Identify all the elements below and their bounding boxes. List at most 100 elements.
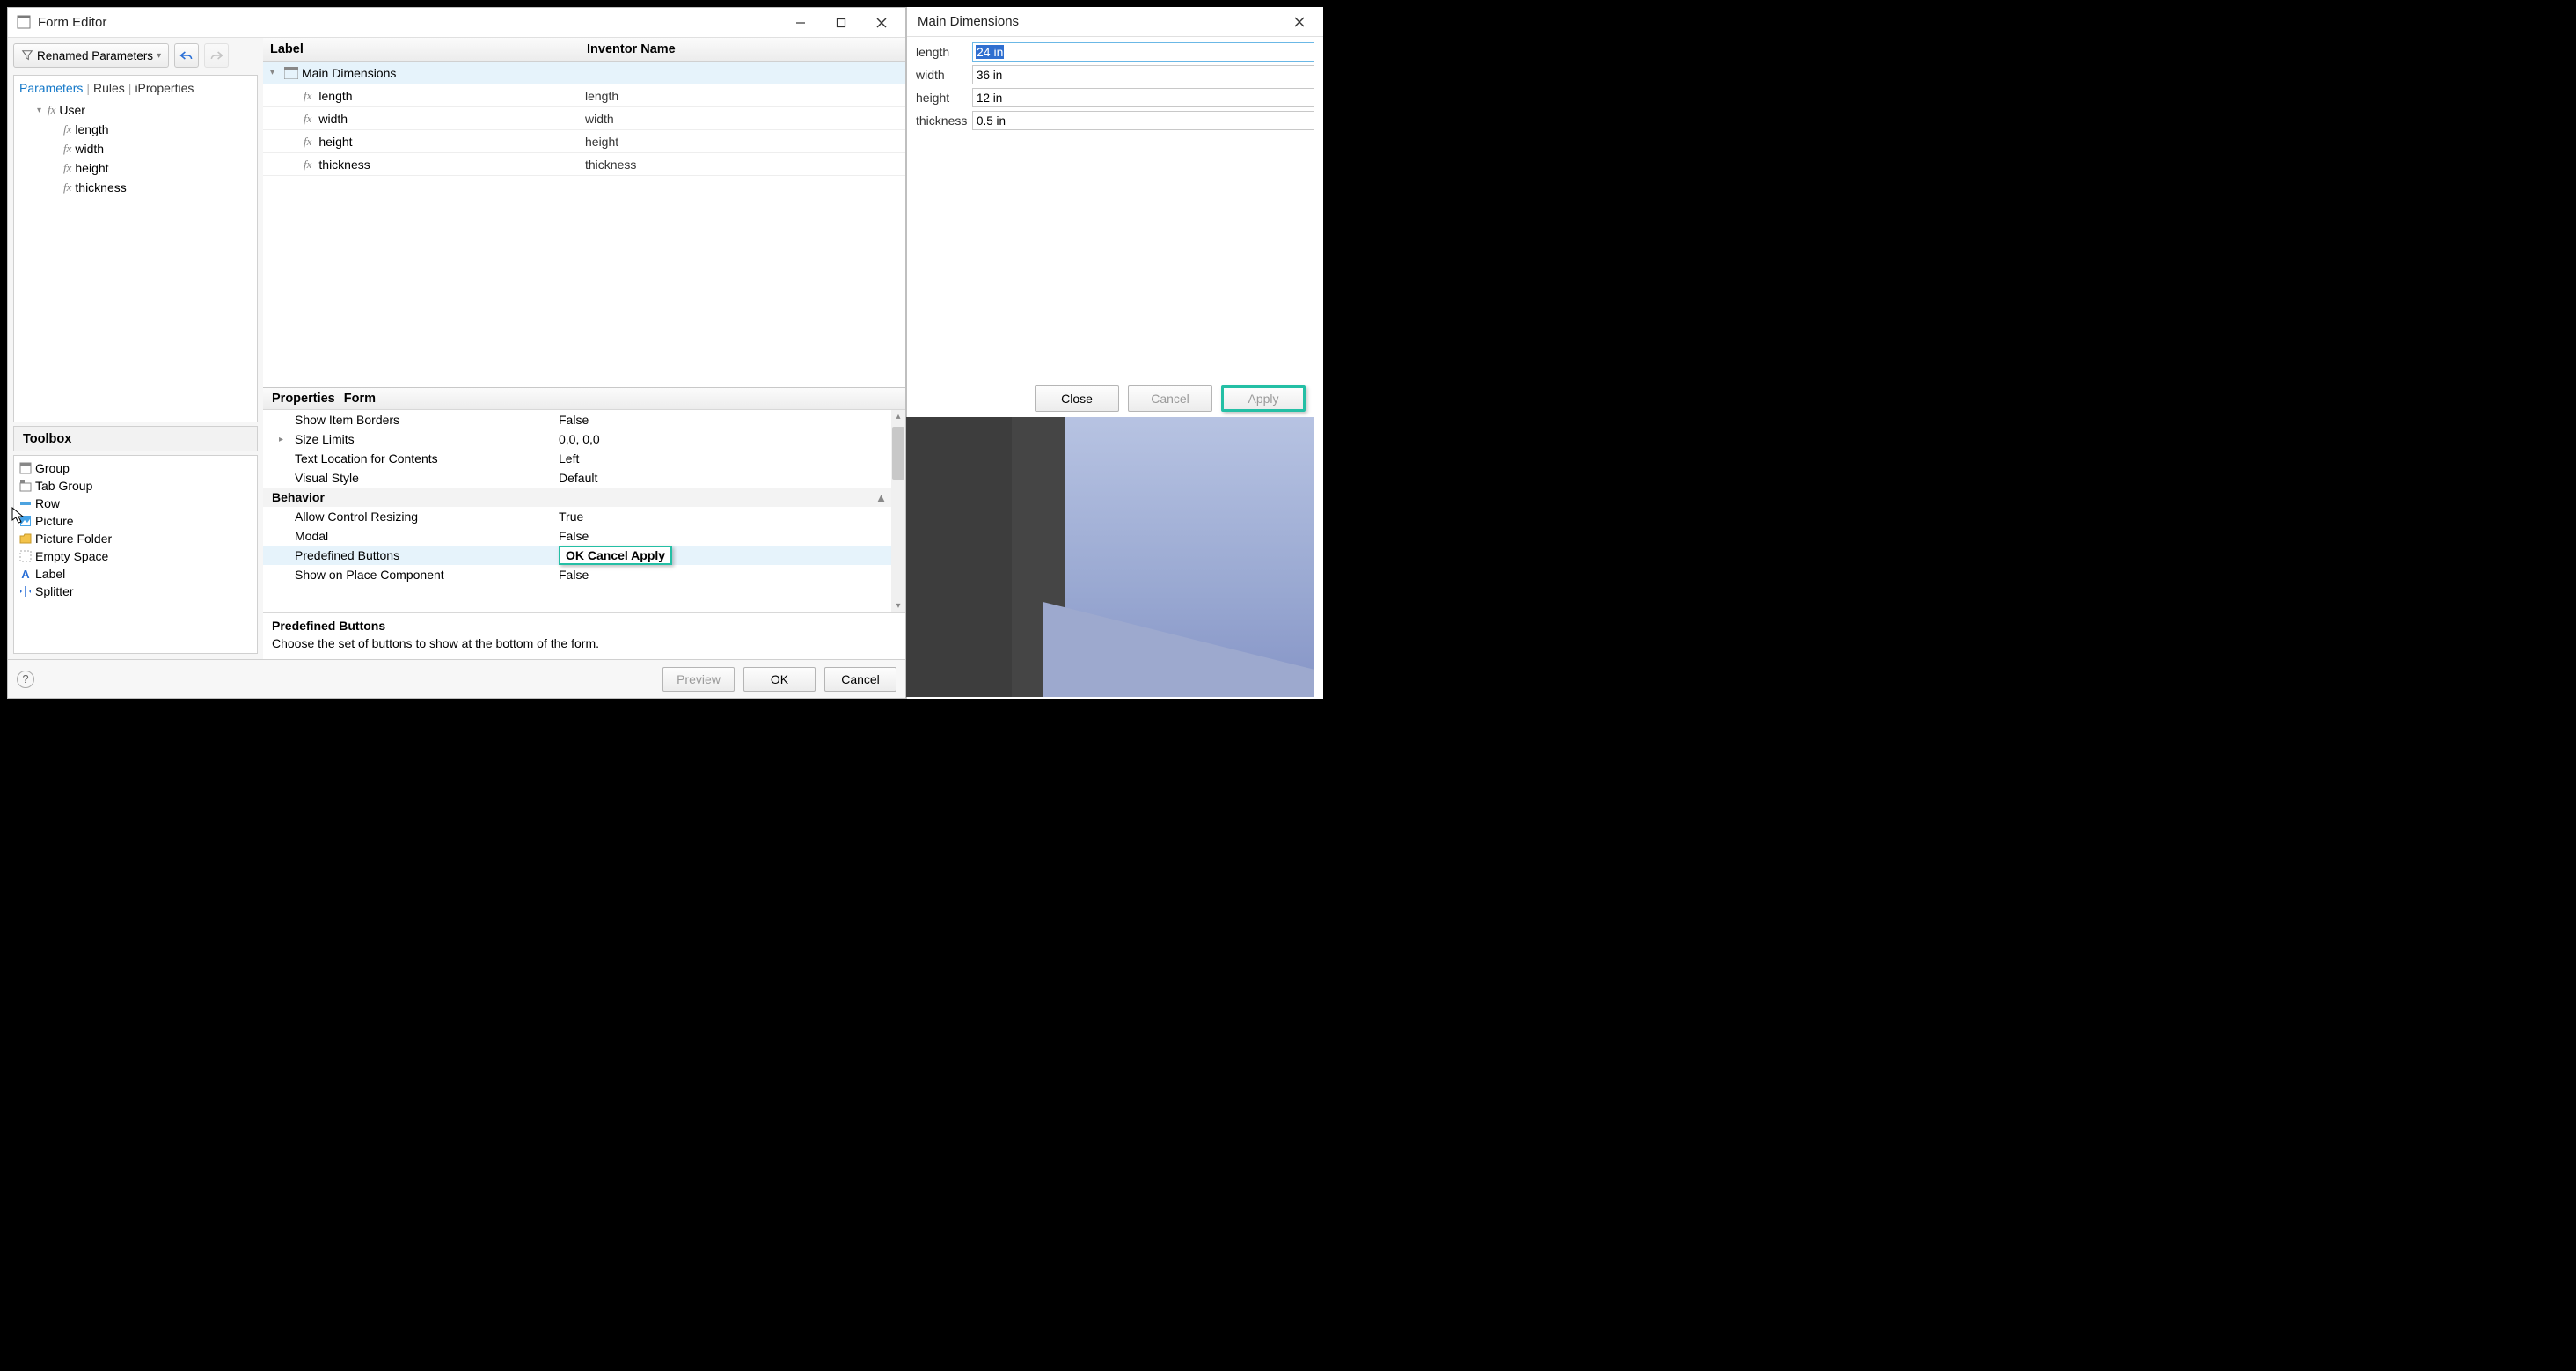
width-label: width	[916, 68, 965, 82]
fx-icon	[63, 122, 71, 136]
row-icon	[19, 497, 32, 510]
toolbox-empty-space[interactable]: Empty Space	[19, 547, 252, 565]
design-grid-header: Label Inventor Name	[263, 38, 905, 62]
parameters-tree[interactable]: ▾ User length width height thickness	[13, 97, 258, 422]
dialog-apply-btn[interactable]: Apply	[1221, 385, 1306, 412]
prop-category-behavior[interactable]: Behavior▴	[263, 488, 905, 507]
field-length: length 24 in	[916, 42, 1314, 62]
prop-size-limits[interactable]: Size Limits0,0, 0,0	[263, 429, 905, 449]
model-face-light	[1043, 602, 1314, 697]
dialog-cancel-btn[interactable]: Cancel	[1128, 385, 1212, 412]
close-button[interactable]	[861, 10, 902, 36]
fx-icon	[304, 135, 311, 149]
empty-space-icon	[19, 550, 32, 562]
dialog-close-btn[interactable]: Close	[1035, 385, 1119, 412]
ok-button[interactable]: OK	[743, 667, 816, 692]
preview-button[interactable]: Preview	[662, 667, 735, 692]
redo-button[interactable]	[204, 43, 229, 68]
design-row-length[interactable]: lengthlength	[263, 84, 905, 107]
height-label: height	[916, 91, 965, 105]
tree-label: User	[59, 103, 85, 117]
scroll-thumb[interactable]	[892, 427, 904, 480]
collapse-icon: ▾	[270, 68, 281, 77]
width-input[interactable]	[972, 65, 1314, 84]
prop-predefined-buttons[interactable]: Predefined ButtonsOK Cancel Apply	[263, 546, 905, 565]
help-button[interactable]: ?	[17, 671, 34, 688]
tree-node-user[interactable]: ▾ User	[16, 100, 255, 120]
dialog-close-button[interactable]	[1279, 9, 1320, 35]
prop-show-item-borders[interactable]: Show Item BordersFalse	[263, 410, 905, 429]
prop-show-on-place-component[interactable]: Show on Place ComponentFalse	[263, 565, 905, 584]
cancel-button[interactable]: Cancel	[824, 667, 896, 692]
fx-icon	[304, 158, 311, 172]
design-row-width[interactable]: widthwidth	[263, 107, 905, 130]
renamed-parameters-label: Renamed Parameters	[37, 49, 153, 62]
tab-parameters[interactable]: Parameters	[19, 81, 83, 95]
model-viewport[interactable]	[906, 417, 1314, 697]
field-height: height	[916, 88, 1314, 107]
editor-titlebar: Form Editor	[8, 8, 905, 38]
toolbox-label[interactable]: ALabel	[19, 565, 252, 583]
toolbox-tab-group[interactable]: Tab Group	[19, 477, 252, 495]
thickness-input[interactable]	[972, 111, 1314, 130]
dialog-button-row: Close Cancel Apply	[906, 377, 1314, 421]
predefined-buttons-value[interactable]: OK Cancel Apply	[559, 546, 672, 565]
picture-folder-icon	[19, 532, 32, 545]
tree-label: height	[75, 161, 108, 175]
tree-node-length[interactable]: length	[16, 120, 255, 139]
picture-icon	[19, 515, 32, 527]
design-row-height[interactable]: heightheight	[263, 130, 905, 153]
tree-node-width[interactable]: width	[16, 139, 255, 158]
maximize-button[interactable]	[821, 10, 861, 36]
editor-title: Form Editor	[38, 15, 780, 30]
fx-icon	[63, 161, 71, 175]
toolbox-picture-folder[interactable]: Picture Folder	[19, 530, 252, 547]
tree-label: length	[75, 122, 108, 136]
tree-node-thickness[interactable]: thickness	[16, 178, 255, 197]
renamed-parameters-dropdown[interactable]: Renamed Parameters ▾	[13, 43, 169, 68]
toolbox-group[interactable]: Group	[19, 459, 252, 477]
prop-allow-control-resizing[interactable]: Allow Control ResizingTrue	[263, 507, 905, 526]
field-thickness: thickness	[916, 111, 1314, 130]
col-inventor-name: Inventor Name	[580, 38, 905, 61]
help-title: Predefined Buttons	[272, 619, 896, 633]
length-input[interactable]: 24 in	[972, 42, 1314, 62]
properties-scrollbar[interactable]: ▴ ▾	[891, 410, 905, 612]
fx-icon	[63, 142, 71, 156]
fx-icon	[304, 112, 311, 126]
tree-label: thickness	[75, 180, 126, 194]
form-editor-window: Form Editor Renamed Parameters ▾	[7, 7, 906, 699]
tab-rules[interactable]: Rules	[93, 81, 125, 95]
form-group-icon	[284, 67, 298, 79]
design-row-group[interactable]: ▾ Main Dimensions	[263, 62, 905, 84]
toolbox-splitter[interactable]: Splitter	[19, 583, 252, 600]
scroll-down-icon[interactable]: ▾	[894, 599, 902, 612]
col-label: Label	[263, 38, 580, 61]
height-input[interactable]	[972, 88, 1314, 107]
prop-modal[interactable]: ModalFalse	[263, 526, 905, 546]
prop-visual-style[interactable]: Visual StyleDefault	[263, 468, 905, 488]
tab-group-icon	[19, 480, 32, 492]
design-row-thickness[interactable]: thicknessthickness	[263, 153, 905, 176]
toolbox-list: Group Tab Group Row Picture Picture Fold…	[13, 455, 258, 654]
toolbox-picture[interactable]: Picture	[19, 512, 252, 530]
chevron-down-icon: ▾	[157, 51, 161, 61]
fx-icon	[63, 180, 71, 194]
label-icon: A	[19, 568, 32, 580]
collapse-icon: ▾	[37, 106, 48, 115]
minimize-button[interactable]	[780, 10, 821, 36]
toolbox-header: Toolbox	[13, 426, 258, 451]
toolbox-row[interactable]: Row	[19, 495, 252, 512]
properties-header: Properties Form	[263, 388, 905, 410]
properties-grid[interactable]: Show Item BordersFalse Size Limits0,0, 0…	[263, 410, 905, 612]
prop-text-location[interactable]: Text Location for ContentsLeft	[263, 449, 905, 468]
help-text: Choose the set of buttons to show at the…	[272, 636, 896, 650]
tree-node-height[interactable]: height	[16, 158, 255, 178]
tab-iproperties[interactable]: iProperties	[135, 81, 194, 95]
field-width: width	[916, 65, 1314, 84]
design-grid[interactable]: ▾ Main Dimensions lengthlength widthwidt…	[263, 62, 905, 387]
scroll-up-icon[interactable]: ▴	[894, 410, 902, 423]
undo-button[interactable]	[174, 43, 199, 68]
design-label: Main Dimensions	[302, 66, 396, 80]
dialog-title: Main Dimensions	[911, 14, 1279, 29]
